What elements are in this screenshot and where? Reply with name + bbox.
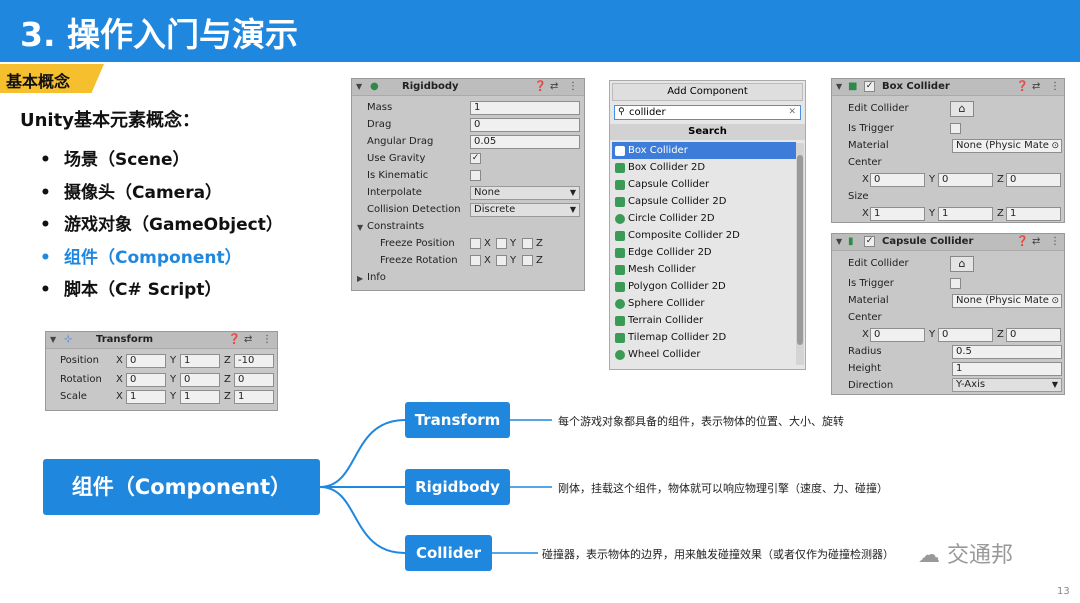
rigidbody-description: 刚体，挂载这个组件，物体就可以响应物理引擎（速度、力、碰撞） — [558, 482, 888, 495]
mindmap-node-transform: Transform — [405, 402, 510, 438]
mindmap-root: 组件（Component） — [43, 459, 320, 515]
transform-description: 每个游戏对象都具备的组件，表示物体的位置、大小、旋转 — [558, 415, 844, 428]
mindmap-node-collider: Collider — [405, 535, 492, 571]
collider-description: 碰撞器，表示物体的边界，用来触发碰撞效果（或者仅作为碰撞检测器） — [542, 548, 894, 561]
wechat-icon: ☁ — [918, 543, 947, 568]
watermark: ☁ 交通邦 — [918, 543, 1014, 568]
mindmap-node-rigidbody: Rigidbody — [405, 469, 510, 505]
page-number: 13 — [1057, 586, 1070, 597]
